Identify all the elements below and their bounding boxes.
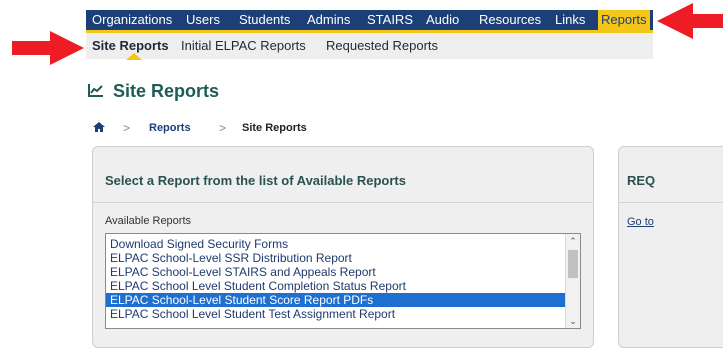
list-scrollbar[interactable]: ⌃ ⌄	[565, 234, 580, 328]
chevron-down-icon[interactable]: ⌄	[568, 316, 578, 326]
report-panel: Select a Report from the list of Availab…	[92, 146, 594, 348]
arrow-right-pointing-icon	[12, 31, 84, 65]
report-option[interactable]: ELPAC School-Level STAIRS and Appeals Re…	[110, 265, 376, 279]
request-panel-link[interactable]: Go to	[627, 216, 654, 228]
panel-divider	[93, 202, 593, 203]
scroll-thumb[interactable]	[568, 250, 578, 278]
home-icon[interactable]	[93, 121, 105, 133]
report-option[interactable]: ELPAC School-Level SSR Distribution Repo…	[110, 251, 352, 265]
report-option-selected[interactable]: ELPAC School-Level Student Score Report …	[106, 293, 568, 307]
page-title: Site Reports	[113, 81, 220, 101]
breadcrumb-current: Site Reports	[242, 122, 307, 134]
report-option[interactable]: Download Signed Security Forms	[110, 237, 288, 251]
breadcrumb-separator: >	[123, 121, 131, 135]
panel-heading: Select a Report from the list of Availab…	[105, 173, 406, 188]
breadcrumb-reports[interactable]: Reports	[149, 120, 191, 136]
chevron-up-icon[interactable]: ⌃	[568, 236, 578, 246]
breadcrumb-separator: >	[219, 121, 227, 135]
panel-divider	[619, 202, 723, 203]
line-chart-icon	[88, 84, 103, 97]
arrow-left-pointing-icon	[657, 3, 723, 39]
request-panel: REQ Go to	[618, 146, 723, 348]
report-option[interactable]: ELPAC School Level Student Test Assignme…	[110, 307, 395, 321]
request-panel-heading: REQ	[627, 173, 656, 188]
report-option[interactable]: ELPAC School Level Student Completion St…	[110, 279, 406, 293]
available-reports-label: Available Reports	[105, 215, 192, 227]
available-reports-list[interactable]: Download Signed Security Forms ELPAC Sch…	[105, 233, 581, 329]
